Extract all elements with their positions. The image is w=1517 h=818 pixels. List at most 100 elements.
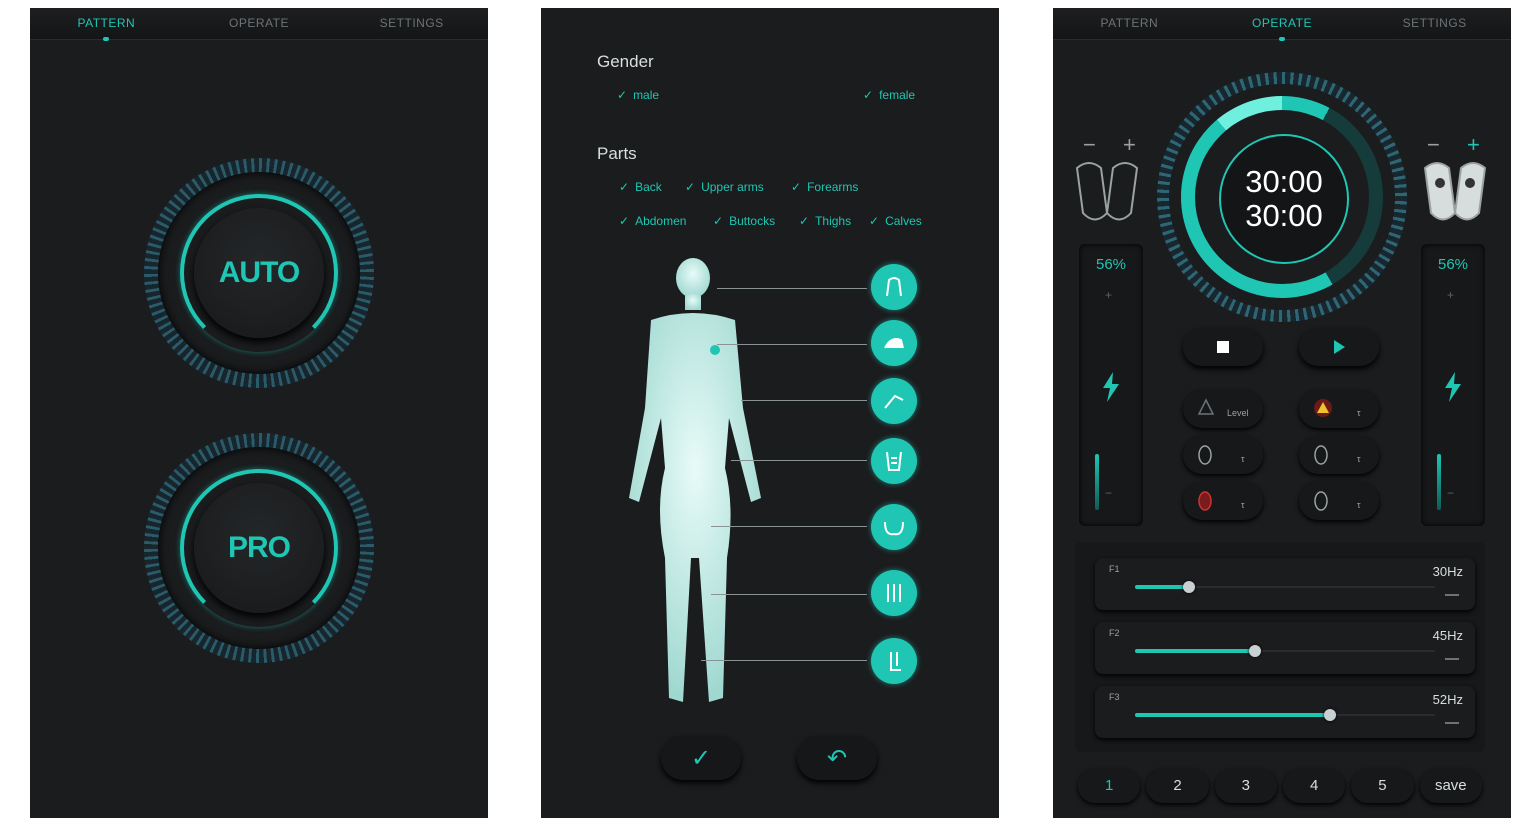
stop-icon [1217,341,1229,353]
gender-female-checkbox[interactable]: ✓ female [863,88,915,102]
warning-icon [1314,399,1332,417]
mode-pad-b-button[interactable]: τ [1299,436,1379,474]
part-forearms-checkbox[interactable]: ✓ Forearms [791,180,858,194]
right-slider-plus[interactable]: + [1447,288,1454,302]
back-button[interactable]: ↶ [797,736,877,780]
body-parts-screen: Gender ✓ male ✓ female Parts ✓ Back ✓ Upper … [541,8,999,818]
part-back-checkbox[interactable]: ✓ Back [619,180,662,194]
mode-pad-d-button[interactable]: τ [1299,482,1379,520]
slider-thumb[interactable] [1324,709,1336,721]
frequency-value: 52Hz [1432,692,1463,707]
left-intensity-level-bar [1095,454,1099,510]
pad-icon [1314,445,1328,465]
tab-settings[interactable]: SETTINGS [1358,8,1511,40]
auto-mode-button[interactable]: AUTO [144,158,374,388]
tab-bar: PATTERN OPERATE SETTINGS [1053,8,1511,41]
part-calves-button[interactable] [871,638,917,684]
right-electrode-pad-icon [1423,162,1487,221]
frequency-slider[interactable] [1135,709,1435,721]
preset-2-button[interactable]: 2 [1146,769,1209,803]
part-buttocks-button[interactable] [871,504,917,550]
frequency-panel: F1 30Hz F2 45Hz F3 52Hz [1075,542,1485,752]
pad-icon [1198,445,1212,465]
pad-icon [1314,491,1328,511]
undo-icon: ↶ [826,744,848,772]
check-icon: ✓ [690,744,712,772]
part-calves-checkbox[interactable]: ✓ Calves [869,214,922,228]
forearm-icon [884,394,904,409]
frequency-row: F2 45Hz [1095,622,1475,674]
frequency-row: F1 30Hz [1095,558,1475,610]
auto-label: AUTO [218,256,300,289]
gender-male-checkbox[interactable]: ✓ male [617,88,659,102]
left-slider-plus[interactable]: + [1105,288,1112,302]
frequency-slider[interactable] [1135,645,1435,657]
part-thighs-checkbox[interactable]: ✓ Thighs [799,214,851,228]
frequency-value: 30Hz [1432,564,1463,579]
right-intensity-value: 56% [1437,256,1469,273]
calf-icon [890,652,901,671]
pad-alert-icon [1198,491,1212,511]
preset-5-button[interactable]: 5 [1351,769,1414,803]
part-abdomen-button[interactable] [871,438,917,484]
frequency-row: F3 52Hz [1095,686,1475,738]
frequency-slider[interactable] [1135,581,1435,593]
right-slider-minus[interactable]: − [1447,486,1454,500]
lightning-icon [1103,372,1119,402]
part-upper-arms-button[interactable] [871,320,917,366]
part-thighs-button[interactable] [871,570,917,616]
tab-pattern[interactable]: PATTERN [30,8,183,41]
back-icon [886,277,902,297]
part-buttocks-checkbox[interactable]: ✓ Buttocks [713,214,775,228]
stop-button[interactable] [1183,328,1263,366]
mode-level-label: Level [1227,408,1249,418]
buttocks-icon [884,521,904,536]
frequency-label: F2 [1109,628,1120,638]
pro-mode-button[interactable]: PRO [144,433,374,663]
frequency-label: F3 [1109,692,1120,702]
left-electrode-pad-icon [1075,162,1139,221]
left-minus-button[interactable]: − [1083,132,1096,158]
part-upper-arms-checkbox[interactable]: ✓ Upper arms [685,180,764,194]
timer-dial[interactable]: 30:00 30:00 [1157,72,1407,322]
thigh-icon [887,584,901,602]
slider-thumb[interactable] [1249,645,1261,657]
mode-warning-button[interactable]: τ [1299,390,1379,428]
part-forearms-button[interactable] [871,378,917,424]
mode-level-button[interactable]: Level [1183,390,1263,428]
right-intensity-slider[interactable]: 56% + − [1421,244,1485,526]
confirm-button[interactable]: ✓ [661,736,741,780]
tab-settings[interactable]: SETTINGS [335,8,488,40]
part-back-button[interactable] [871,264,917,310]
left-intensity-slider[interactable]: 56% + − [1079,244,1143,526]
left-slider-minus[interactable]: − [1105,486,1112,500]
preset-1-button[interactable]: 1 [1078,769,1141,803]
tab-operate[interactable]: OPERATE [1205,8,1359,41]
lightning-icon [1445,372,1461,402]
preset-bar: 1 2 3 4 5 save [1075,766,1485,806]
pyramid-icon [1197,398,1215,415]
tab-operate[interactable]: OPERATE [182,8,336,40]
parts-title: Parts [597,144,637,163]
mode-pad-a-button[interactable]: τ [1183,436,1263,474]
play-button[interactable] [1299,328,1379,366]
left-plus-button[interactable]: + [1123,132,1136,158]
tab-pattern[interactable]: PATTERN [1053,8,1206,40]
gender-title: Gender [597,52,654,71]
mode-pad-c-button[interactable]: τ [1183,482,1263,520]
check-icon: ✓ [863,88,874,102]
save-preset-button[interactable]: save [1419,769,1482,803]
timer-total: 30:00 [1245,198,1323,233]
human-body-figure [629,258,761,702]
slider-thumb[interactable] [1183,581,1195,593]
abdomen-icon [886,451,902,471]
preset-3-button[interactable]: 3 [1214,769,1277,803]
right-minus-button[interactable]: − [1427,132,1440,158]
frequency-value: 45Hz [1432,628,1463,643]
part-abdomen-checkbox[interactable]: ✓ Abdomen [619,214,686,228]
right-plus-button[interactable]: + [1467,132,1480,158]
tab-bar: PATTERN OPERATE SETTINGS [30,8,488,41]
preset-4-button[interactable]: 4 [1282,769,1346,803]
check-icon: ✓ [617,88,628,102]
upper-arm-icon [884,338,904,349]
